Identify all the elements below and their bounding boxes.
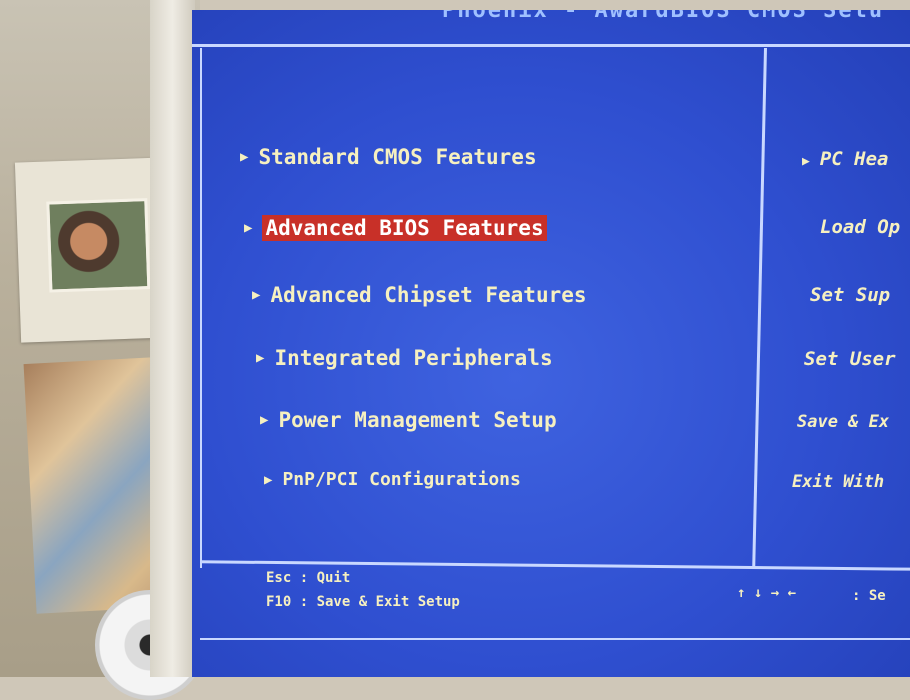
frame-line-divider xyxy=(752,47,767,568)
help-arrow-keys: ↑ ↓ → ← xyxy=(737,585,797,601)
photo-portrait xyxy=(46,198,151,293)
triangle-right-icon: ▶ xyxy=(240,149,249,165)
menu-item-save-exit[interactable]: Save & Ex xyxy=(797,412,889,432)
frame-line-left xyxy=(200,48,202,568)
help-arrow-desc: : Se xyxy=(852,588,886,604)
bios-title: Phoenix - AwardBIOS CMOS Setu xyxy=(442,10,885,23)
menu-item-load-optimized[interactable]: Load Op xyxy=(820,216,900,238)
triangle-right-icon: ▶ xyxy=(252,287,261,303)
frame-line-top xyxy=(192,44,910,47)
frame-line-bottom xyxy=(200,638,910,640)
menu-item-set-supervisor[interactable]: Set Sup xyxy=(810,284,890,306)
menu-item-exit-without[interactable]: Exit With xyxy=(792,472,884,492)
menu-item-advanced-bios[interactable]: ▶ Advanced BIOS Features xyxy=(244,215,547,241)
triangle-right-icon: ▶ xyxy=(802,154,810,169)
help-f10-save: F10 : Save & Exit Setup xyxy=(266,594,460,610)
bios-screen: Phoenix - AwardBIOS CMOS Setu ▶ Standard… xyxy=(192,10,910,677)
menu-item-advanced-chipset[interactable]: ▶ Advanced Chipset Features xyxy=(252,283,587,307)
triangle-right-icon: ▶ xyxy=(264,471,273,488)
menu-item-power-management[interactable]: ▶ Power Management Setup xyxy=(260,408,557,432)
triangle-right-icon: ▶ xyxy=(256,350,265,366)
triangle-right-icon: ▶ xyxy=(260,412,269,428)
menu-item-integrated-peripherals[interactable]: ▶ Integrated Peripherals xyxy=(256,346,553,370)
help-esc-quit: Esc : Quit xyxy=(266,570,351,586)
menu-item-pc-health[interactable]: ▶ PC Hea xyxy=(802,148,888,170)
menu-item-standard-cmos[interactable]: ▶ Standard CMOS Features xyxy=(240,145,537,169)
menu-item-pnp-pci[interactable]: ▶ PnP/PCI Configurations xyxy=(264,469,521,490)
monitor-bezel xyxy=(150,0,195,677)
photo-card xyxy=(14,157,172,343)
menu-item-set-user[interactable]: Set User xyxy=(804,348,896,370)
triangle-right-icon: ▶ xyxy=(244,220,253,236)
